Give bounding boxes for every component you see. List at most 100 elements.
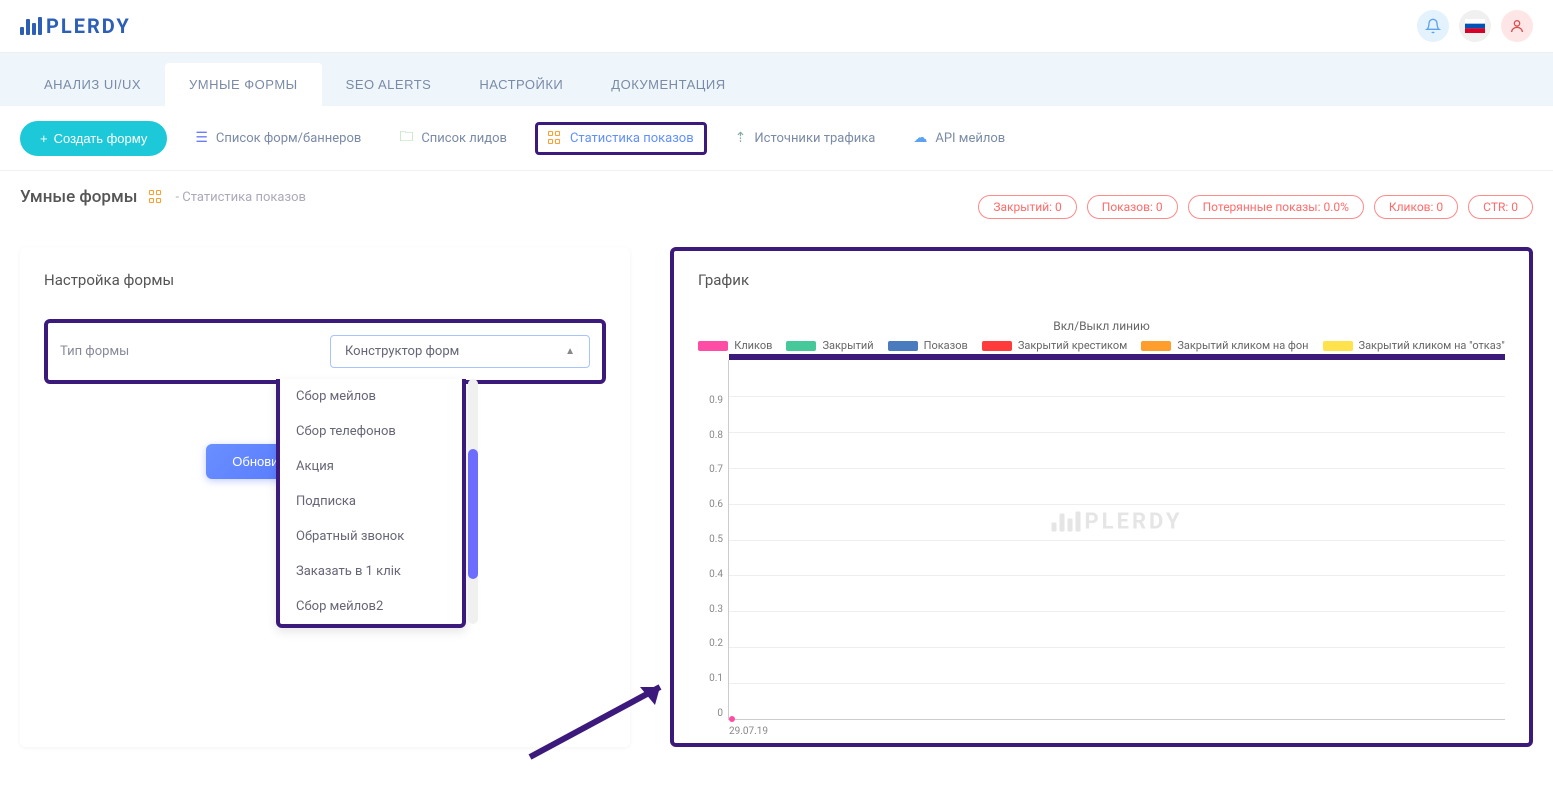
toolbar-link-label: Список лидов	[421, 131, 507, 146]
create-form-button[interactable]: + Создать форму	[20, 121, 167, 156]
dropdown-scrollbar[interactable]	[468, 379, 478, 624]
tab-settings[interactable]: НАСТРОЙКИ	[455, 63, 587, 106]
user-icon[interactable]	[1501, 10, 1533, 42]
breadcrumb: - Статистика показов	[175, 190, 306, 205]
legend-title: Вкл/Выкл линию	[698, 319, 1505, 333]
stat-ctr: CTR: 0	[1468, 195, 1533, 219]
grid-line	[729, 647, 1505, 648]
legend-label: Закрытий кликом на фон	[1177, 339, 1308, 352]
dropdown-option[interactable]: Сбор мейлов	[280, 379, 462, 414]
swatch-icon	[888, 341, 918, 351]
toolbar-link-api-mails[interactable]: ☁ API мейлов	[903, 124, 1015, 152]
dropdown-option[interactable]: Подписка	[280, 484, 462, 519]
logo-text: PLERDY	[46, 14, 131, 38]
y-tick: 0.5	[699, 534, 723, 545]
header-right	[1417, 10, 1533, 42]
y-tick: 0.4	[699, 569, 723, 580]
grid-line	[729, 611, 1505, 612]
toolbar: + Создать форму ☰ Список форм/баннеров 🗀…	[0, 106, 1553, 171]
form-type-row: Тип формы Конструктор форм ▲	[44, 319, 606, 384]
grid-line	[729, 683, 1505, 684]
tab-smart-forms[interactable]: УМНЫЕ ФОРМЫ	[165, 63, 322, 106]
top-nav: АНАЛИЗ UI/UX УМНЫЕ ФОРМЫ SEO ALERTS НАСТ…	[0, 53, 1553, 106]
stat-lost-shows: Потерянные показы: 0.0%	[1188, 195, 1364, 219]
y-tick: 0	[699, 708, 723, 719]
legend-label: Закрытий крестиком	[1018, 339, 1128, 352]
dropdown-option[interactable]: Сбор мейлов2	[280, 589, 462, 624]
dropdown-option[interactable]: Сбор телефонов	[280, 414, 462, 449]
page-title: Умные формы	[20, 187, 137, 207]
toolbar-link-label: Список форм/баннеров	[216, 131, 361, 146]
toolbar-link-traffic-sources[interactable]: ⇡ Источники трафика	[725, 124, 886, 152]
chart-area: 1 0.9 0.8 0.7 0.6 0.5 0.4 0.3 0.2 0.1 0	[728, 360, 1505, 720]
swatch-icon	[698, 341, 728, 351]
annotation-arrow-icon	[520, 667, 680, 767]
tab-documentation[interactable]: ДОКУМЕНТАЦИЯ	[587, 63, 749, 106]
legend-item-close-bg[interactable]: Закрытий кликом на фон	[1141, 339, 1308, 352]
y-tick: 0.7	[699, 464, 723, 475]
chart-title: График	[698, 271, 1505, 289]
toolbar-link-label: Статистика показов	[570, 131, 694, 146]
x-tick: 29.07.19	[729, 726, 768, 737]
y-tick: 0.8	[699, 430, 723, 441]
form-type-dropdown: Сбор мейлов Сбор телефонов Акция Подписк…	[276, 379, 466, 628]
grid-line	[729, 575, 1505, 576]
legend-item-shows[interactable]: Показов	[888, 339, 968, 352]
scrollbar-thumb[interactable]	[468, 449, 478, 579]
legend-label: Закрытий кликом на "отказ"	[1359, 339, 1505, 352]
y-tick: 0.1	[699, 673, 723, 684]
form-type-select[interactable]: Конструктор форм ▲	[330, 335, 590, 368]
swatch-icon	[982, 341, 1012, 351]
stats-row: Закрытий: 0 Показов: 0 Потерянные показы…	[978, 195, 1533, 219]
dropdown-option[interactable]: Заказать в 1 клік	[280, 554, 462, 589]
tab-analysis[interactable]: АНАЛИЗ UI/UX	[20, 63, 165, 106]
y-tick: 0.2	[699, 638, 723, 649]
dropdown-option[interactable]: Обратный звонок	[280, 519, 462, 554]
legend-item-close-refuse[interactable]: Закрытий кликом на "отказ"	[1323, 339, 1505, 352]
toolbar-link-forms-list[interactable]: ☰ Список форм/баннеров	[185, 124, 371, 152]
legend-label: Кликов	[734, 339, 772, 352]
dropdown-option[interactable]: Акция	[280, 449, 462, 484]
chart-data-point	[729, 716, 735, 722]
grid-line	[729, 396, 1505, 397]
language-flag-icon[interactable]	[1459, 10, 1491, 42]
legend-label: Показов	[924, 339, 968, 352]
list-icon: ☰	[195, 130, 208, 146]
grid-line	[729, 504, 1505, 505]
toolbar-link-statistics[interactable]: Статистика показов	[535, 122, 707, 155]
legend-item-clicks[interactable]: Кликов	[698, 339, 772, 352]
swatch-icon	[1323, 341, 1353, 351]
chart-icon: ⇡	[735, 130, 747, 146]
watermark-text: PLERDY	[1084, 509, 1182, 534]
grid-line	[729, 432, 1505, 433]
legend-item-close-x[interactable]: Закрытий крестиком	[982, 339, 1128, 352]
chart-legend: Кликов Закрытий Показов Закрытий крестик…	[698, 339, 1505, 352]
stat-closes: Закрытий: 0	[978, 195, 1076, 219]
toolbar-link-label: Источники трафика	[754, 131, 875, 146]
chart-annotation-bar	[729, 354, 1505, 360]
chart-panel: График Вкл/Выкл линию Кликов Закрытий По…	[670, 247, 1533, 747]
y-tick: 0.6	[699, 499, 723, 510]
toolbar-link-label: API мейлов	[935, 131, 1005, 146]
panel-title: Настройка формы	[44, 271, 606, 289]
stat-shows: Показов: 0	[1087, 195, 1178, 219]
bell-icon[interactable]	[1417, 10, 1449, 42]
logo[interactable]: PLERDY	[20, 14, 131, 38]
page-heading: Умные формы - Статистика показов	[20, 187, 306, 207]
chevron-up-icon: ▲	[565, 346, 575, 357]
watermark: PLERDY	[1051, 509, 1182, 534]
form-type-label: Тип формы	[60, 344, 129, 359]
create-form-label: Создать форму	[54, 131, 148, 146]
grid-icon	[548, 131, 562, 145]
y-tick: 0.3	[699, 604, 723, 615]
grid-line	[729, 468, 1505, 469]
header: PLERDY	[0, 0, 1553, 53]
toolbar-link-leads-list[interactable]: 🗀 Список лидов	[389, 120, 517, 156]
stat-clicks: Кликов: 0	[1374, 195, 1458, 219]
y-tick: 0.9	[699, 395, 723, 406]
plus-icon: +	[40, 131, 48, 146]
legend-label: Закрытий	[822, 339, 873, 352]
tab-seo-alerts[interactable]: SEO ALERTS	[322, 63, 456, 106]
legend-item-closes[interactable]: Закрытий	[786, 339, 873, 352]
main-tabs: АНАЛИЗ UI/UX УМНЫЕ ФОРМЫ SEO ALERTS НАСТ…	[20, 63, 1533, 106]
